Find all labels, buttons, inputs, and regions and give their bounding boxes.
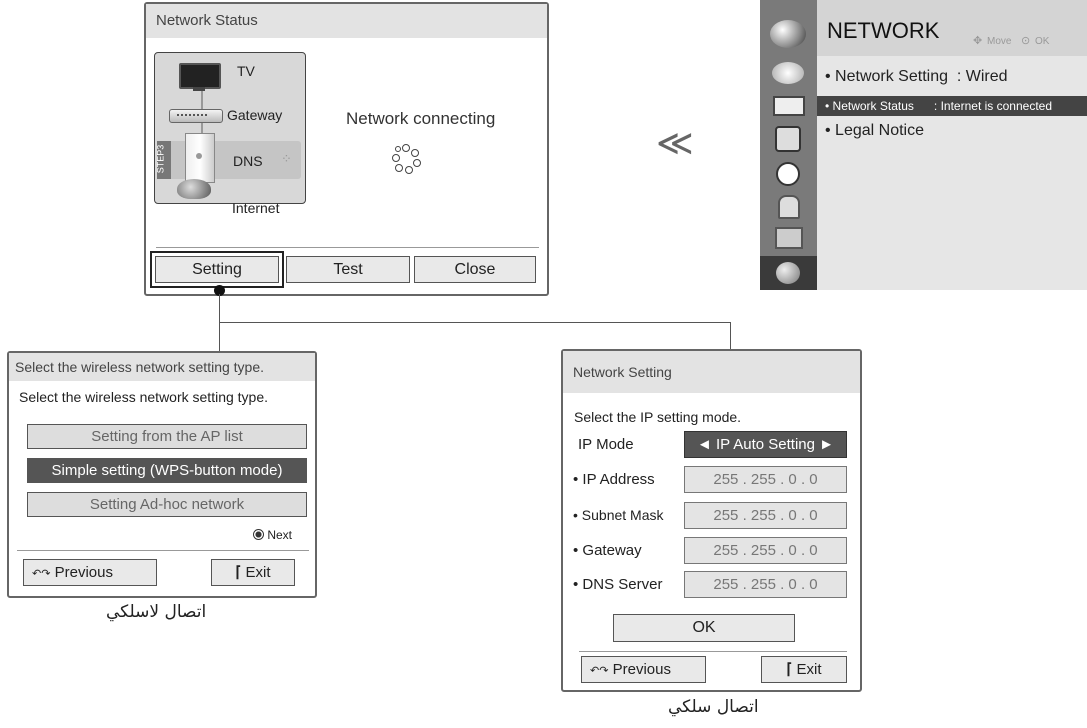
- ok-hint-icon: ⊙: [1021, 35, 1031, 47]
- step3-row: [157, 141, 301, 179]
- loading-spinner-icon: [392, 144, 421, 174]
- next-hint: Next: [253, 528, 292, 542]
- step-label: STEP3: [155, 144, 166, 174]
- network-globe-icon: [776, 262, 800, 284]
- dialog-subtitle: Select the wireless network setting type…: [19, 389, 269, 405]
- back-icon: ↶↷: [590, 665, 609, 677]
- loading-small-icon: ⁘: [281, 151, 292, 166]
- device-label-internet-text: Internet: [232, 200, 280, 216]
- dialog-title: Select the wireless network setting type…: [9, 353, 315, 381]
- audio-icon[interactable]: [775, 126, 801, 152]
- menu-content: • Network Setting : Wired • Network Stat…: [817, 56, 1087, 290]
- globe-icon: [177, 179, 211, 199]
- menu-sidebar: [760, 0, 817, 290]
- option-icon[interactable]: [775, 227, 803, 249]
- wireless-caption: اتصال لاسلكي: [106, 602, 207, 622]
- dialog-subtitle: Select the IP setting mode.: [574, 409, 742, 425]
- subnet-mask-field[interactable]: 255 . 255 . 0 . 0: [684, 502, 847, 529]
- ok-button[interactable]: OK: [613, 614, 795, 642]
- device-label-dns: DNS: [233, 153, 263, 169]
- status-message: Network connecting: [346, 109, 496, 128]
- gateway-field[interactable]: 255 . 255 . 0 . 0: [684, 537, 847, 564]
- device-label-gateway: Gateway: [227, 107, 283, 123]
- device-label-tv: TV: [237, 63, 255, 79]
- dialog-title: Network Status: [146, 4, 547, 38]
- dialog-title: Network Setting: [563, 351, 860, 393]
- divider: [156, 247, 539, 248]
- gateway-label: • Gateway: [573, 542, 642, 559]
- exit-button[interactable]: ⌈ Exit: [761, 656, 847, 683]
- connector-line: [219, 322, 730, 323]
- exit-button[interactable]: ⌈ Exit: [211, 559, 295, 586]
- menu-title: NETWORK: [827, 18, 940, 43]
- divider: [17, 550, 309, 551]
- option-adhoc[interactable]: Setting Ad-hoc network: [27, 492, 307, 517]
- option-ap-list[interactable]: Setting from the AP list: [27, 424, 307, 449]
- ip-mode-selector[interactable]: ◄ IP Auto Setting ►: [684, 431, 847, 458]
- direction-arrow: ≪: [656, 122, 694, 163]
- test-button[interactable]: Test: [286, 256, 410, 283]
- tv-icon: [179, 63, 221, 89]
- connector-line: [219, 294, 220, 352]
- move-hint: Move: [987, 36, 1012, 47]
- dns-server-label: • DNS Server: [573, 576, 663, 593]
- network-status-dialog: Network Status TV Gateway STEP3 DNS ⁘ In…: [144, 2, 549, 296]
- previous-button[interactable]: ↶↷ Previous: [23, 559, 157, 586]
- exit-icon: ⌈: [786, 661, 793, 678]
- previous-button[interactable]: ↶↷ Previous: [581, 656, 706, 683]
- menu-item-legal-notice[interactable]: • Legal Notice: [825, 122, 924, 140]
- option-wps-button[interactable]: Simple setting (WPS-button mode): [27, 458, 307, 483]
- ip-mode-label: IP Mode: [578, 436, 634, 453]
- ok-hint: OK: [1035, 36, 1050, 47]
- menu-item-network-setting[interactable]: • Network Setting : Wired: [825, 68, 1008, 86]
- globe-icon[interactable]: [770, 20, 806, 48]
- move-hint-icon: ✥: [973, 35, 983, 47]
- menu-item-network-status[interactable]: • Network Status : Internet is connected: [817, 96, 1087, 116]
- clock-icon[interactable]: [776, 162, 800, 186]
- lock-icon[interactable]: [778, 195, 800, 219]
- picture-icon[interactable]: [772, 62, 804, 84]
- close-button[interactable]: Close: [414, 256, 536, 283]
- ip-address-label: • IP Address: [573, 471, 655, 488]
- divider: [579, 651, 847, 652]
- connector-line: [730, 322, 731, 351]
- wireless-setting-dialog: Select the wireless network setting type…: [7, 351, 317, 598]
- back-icon: ↶↷: [32, 568, 51, 580]
- radio-icon: [253, 529, 264, 540]
- exit-icon: ⌈: [235, 564, 242, 581]
- ip-address-field[interactable]: 255 . 255 . 0 . 0: [684, 466, 847, 493]
- menu-header: NETWORK ✥ Move ⊙ OK: [817, 0, 1087, 56]
- network-menu: NETWORK ✥ Move ⊙ OK • Network Setting : …: [760, 0, 1087, 290]
- subnet-mask-label: • Subnet Mask: [573, 507, 664, 523]
- setting-button[interactable]: Setting: [155, 256, 279, 283]
- screen-icon[interactable]: [773, 96, 805, 116]
- connection-chain: TV Gateway STEP3 DNS ⁘ Internet: [154, 52, 306, 204]
- dns-server-field[interactable]: 255 . 255 . 0 . 0: [684, 571, 847, 598]
- wired-setting-dialog: Network Setting Select the IP setting mo…: [561, 349, 862, 692]
- wired-caption: اتصال سلكي: [668, 697, 759, 717]
